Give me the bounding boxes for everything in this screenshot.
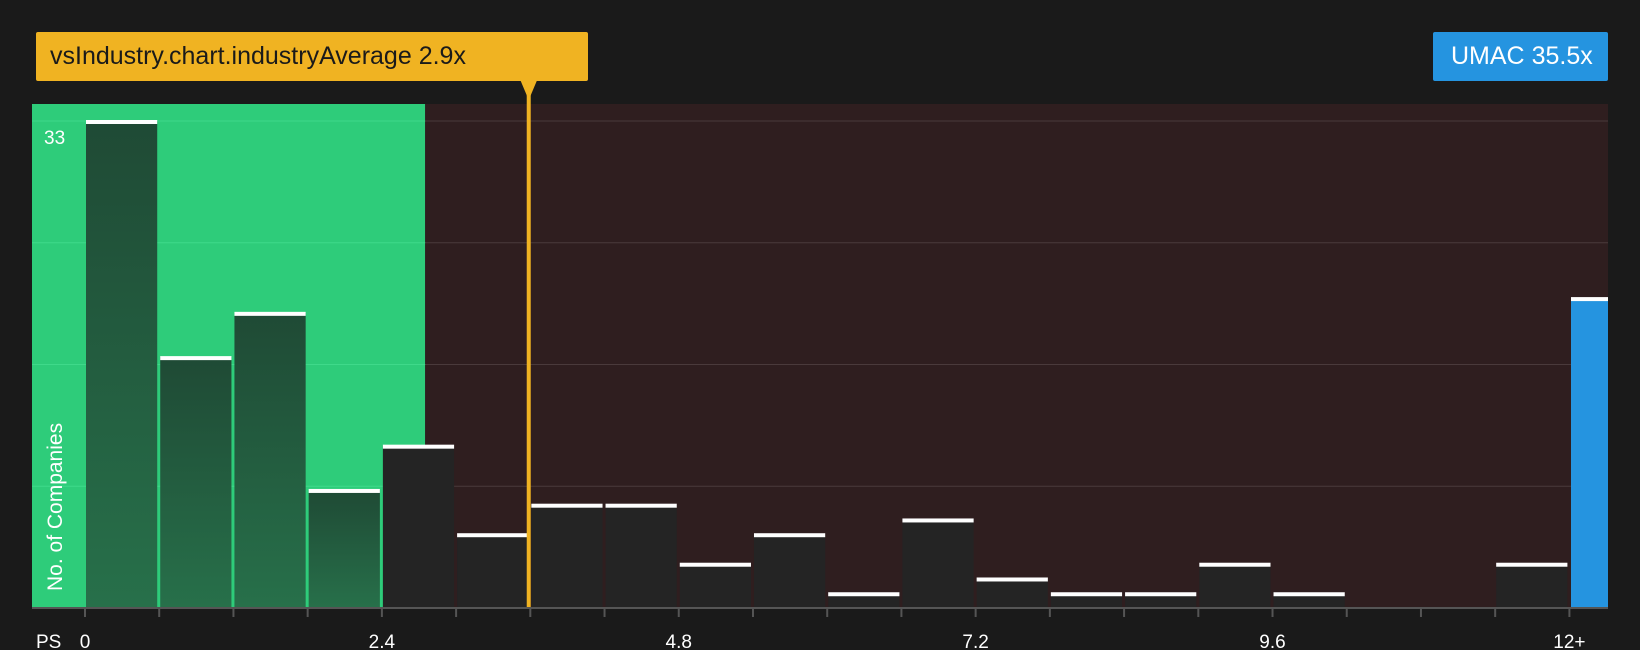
histogram-bar-cap-6 bbox=[531, 503, 603, 508]
x-axis-label: PS bbox=[36, 632, 61, 650]
histogram-bar-cap-14 bbox=[1125, 592, 1197, 597]
x-tick-label-0: 0 bbox=[80, 632, 91, 650]
histogram-bar-cap-8 bbox=[679, 562, 751, 567]
x-tick-label-2: 4.8 bbox=[666, 632, 692, 650]
x-tick-label-1: 2.4 bbox=[369, 632, 396, 650]
histogram-bar-cap-4 bbox=[382, 444, 455, 449]
company-name: UMAC bbox=[1451, 42, 1525, 70]
company-callout: UMAC 35.5x bbox=[1433, 32, 1608, 81]
histogram-bar-6 bbox=[531, 504, 603, 608]
histogram-bar-0 bbox=[86, 121, 158, 608]
y-max-label: 33 bbox=[44, 128, 65, 149]
company-ps-value: 35.5x bbox=[1531, 42, 1593, 70]
company-bar-group bbox=[1571, 297, 1608, 608]
x-tick-label-4: 9.6 bbox=[1259, 632, 1285, 650]
histogram-bar-19 bbox=[1496, 563, 1568, 608]
histogram-bar-5 bbox=[457, 534, 529, 608]
histogram-bar-4 bbox=[382, 445, 455, 608]
histogram-bar-11 bbox=[902, 519, 974, 608]
x-tick-label-5: 12+ bbox=[1553, 632, 1585, 650]
histogram-bar-cap-16 bbox=[1273, 592, 1345, 597]
histogram-bar-cap-2 bbox=[234, 311, 306, 316]
histogram-bar-1 bbox=[160, 357, 232, 608]
company-bar-cap bbox=[1571, 297, 1608, 302]
histogram-bar-cap-12 bbox=[976, 577, 1048, 582]
histogram-bar-15 bbox=[1199, 563, 1271, 608]
industry-average-pointer bbox=[520, 81, 537, 100]
histogram-bar-7 bbox=[605, 504, 677, 608]
x-axis: 0 2.4 4.8 7.2 9.6 12+ bbox=[32, 607, 1608, 650]
histogram-bar-3 bbox=[308, 489, 380, 608]
y-axis-label: No. of Companies bbox=[44, 423, 67, 591]
histogram-bar-cap-3 bbox=[308, 488, 380, 493]
histogram-bar-cap-9 bbox=[753, 533, 826, 538]
industry-average-label: vsIndustry.chart.industryAverage bbox=[50, 42, 412, 70]
histogram-bar-cap-7 bbox=[605, 503, 677, 508]
company-bar bbox=[1571, 298, 1608, 608]
histogram-bar-cap-5 bbox=[457, 533, 529, 538]
industry-average-callout: vsIndustry.chart.industryAverage 2.9x bbox=[36, 32, 588, 81]
overvalued-zone bbox=[425, 104, 1608, 608]
histogram-bar-9 bbox=[753, 534, 826, 608]
histogram-bar-cap-1 bbox=[160, 356, 232, 361]
industry-average-value: 2.9x bbox=[418, 42, 466, 70]
histogram-bar-2 bbox=[234, 312, 306, 608]
histogram-bar-cap-10 bbox=[828, 592, 900, 597]
histogram-bar-cap-11 bbox=[902, 518, 974, 523]
x-tick-label-3: 7.2 bbox=[962, 632, 988, 650]
histogram-bar-cap-0 bbox=[86, 120, 158, 124]
histogram-bar-cap-13 bbox=[1050, 592, 1123, 597]
histogram-bar-cap-19 bbox=[1496, 562, 1568, 567]
histogram-bar-12 bbox=[976, 578, 1048, 608]
histogram-bar-cap-15 bbox=[1199, 562, 1271, 567]
histogram-bar-8 bbox=[679, 563, 751, 608]
ps-histogram-chart: 0 2.4 4.8 7.2 9.6 12+ 33 No. of Companies PS bbox=[32, 81, 1608, 650]
